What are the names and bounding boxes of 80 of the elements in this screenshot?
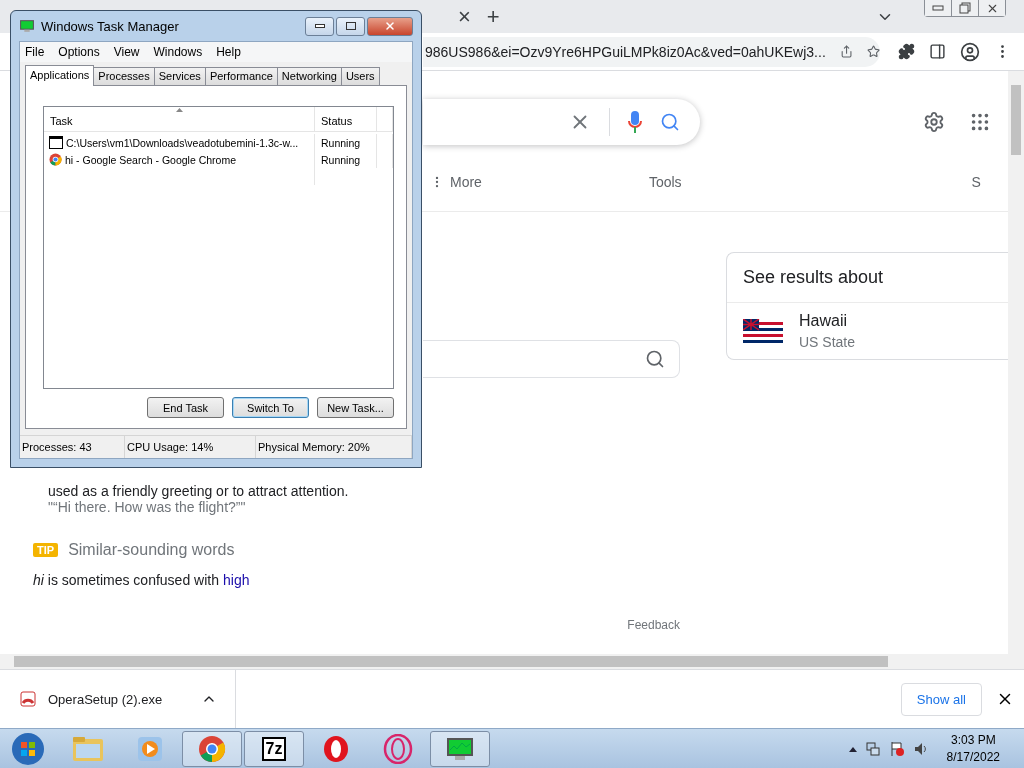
search-field[interactable]	[423, 340, 680, 378]
tray-expand-icon[interactable]	[848, 745, 857, 752]
start-button[interactable]	[10, 730, 46, 767]
maximize-button[interactable]	[336, 16, 365, 36]
minimize-icon[interactable]	[932, 5, 944, 11]
apps-icon[interactable]	[969, 111, 991, 133]
action-button[interactable]: New Task...	[317, 397, 394, 418]
side-panel-icon[interactable]	[929, 43, 946, 60]
chrome-icon	[198, 734, 226, 763]
bookmark-star-icon[interactable]	[866, 43, 880, 60]
tab[interactable]: Services	[153, 67, 206, 86]
tip-badge: TIP	[33, 543, 59, 557]
taskbar-button[interactable]: 7z	[244, 730, 304, 767]
opera-icon	[322, 734, 350, 763]
installer-icon	[20, 691, 36, 707]
opera-icon	[383, 733, 413, 764]
nav-link[interactable]: Tools	[648, 174, 682, 190]
folder-icon	[72, 734, 104, 763]
action-button[interactable]: End Task	[147, 397, 224, 418]
profile-icon[interactable]	[960, 41, 980, 62]
clock-date: 8/17/2022	[946, 748, 1000, 765]
action-center-flag-icon[interactable]	[888, 740, 905, 757]
restore-icon[interactable]	[959, 2, 971, 14]
word-link[interactable]: high	[223, 572, 250, 588]
extensions-icon[interactable]	[898, 43, 915, 60]
share-icon[interactable]	[839, 43, 853, 60]
minimize-button[interactable]	[305, 16, 334, 36]
taskbar-button[interactable]	[182, 730, 242, 767]
menu-item[interactable]: Windows	[153, 45, 203, 59]
show-all-button[interactable]: Show all	[900, 682, 982, 716]
close-tab-button[interactable]: ×	[458, 5, 471, 28]
entity-type: US State	[799, 334, 856, 350]
monitor-icon	[19, 19, 35, 33]
status-text: CPU Usage: 14%	[125, 436, 256, 458]
close-icon	[384, 20, 396, 32]
example-text: "“Hi there. How was the flight?”"	[48, 499, 247, 515]
entity-name[interactable]: Hawaii	[799, 312, 856, 330]
settings-icon[interactable]	[923, 111, 945, 133]
tab[interactable]: Applications	[25, 65, 95, 86]
minimize-icon	[314, 24, 325, 28]
tip-title: Similar-sounding words	[68, 541, 235, 559]
status-text: Physical Memory: 20%	[256, 436, 412, 458]
task-row[interactable]: C:\Users\vm1\Downloads\veadotubemini-1.3c-w...	[44, 134, 315, 151]
nav-link[interactable]: More	[430, 174, 482, 190]
media-player-icon	[136, 734, 164, 763]
taskbar-button[interactable]	[430, 730, 490, 767]
menu-item[interactable]: File	[25, 45, 45, 59]
tab[interactable]: Performance	[204, 67, 278, 86]
chrome-icon	[49, 153, 62, 166]
new-tab-button[interactable]: +	[486, 5, 500, 28]
nav-link[interactable]: S	[971, 174, 981, 190]
status-cell: Running	[315, 134, 377, 151]
tab[interactable]: Networking	[276, 67, 342, 86]
monitor-icon	[445, 735, 475, 762]
maximize-icon	[345, 22, 356, 30]
menu-item[interactable]: View	[113, 45, 140, 59]
feedback-link[interactable]: Feedback	[627, 618, 680, 632]
action-button[interactable]: Switch To	[232, 397, 309, 418]
window-title: Windows Task Manager	[41, 18, 179, 34]
task-row[interactable]: hi - Google Search - Google Chrome	[44, 151, 315, 168]
status-text: Processes: 43	[20, 436, 125, 458]
clock-time: 3:03 PM	[949, 732, 997, 749]
address-bar[interactable]: 986US986&ei=Ozv9Yre6HPGuiLMPk8iz0Ac&ved=0ahUKEwj3...	[423, 36, 880, 67]
definition-text: used as a friendly greeting or to attract attention.	[48, 483, 350, 499]
tab[interactable]: Processes	[93, 67, 155, 86]
microphone-icon[interactable]	[628, 111, 642, 133]
flag-icon	[743, 319, 783, 343]
tip-text: hi is sometimes confused with	[33, 572, 219, 588]
window-icon	[49, 136, 63, 149]
search-icon[interactable]	[645, 349, 665, 369]
network-icon[interactable]	[864, 740, 881, 757]
menu-item[interactable]: Options	[58, 45, 100, 59]
search-icon[interactable]	[660, 112, 680, 132]
menu-item[interactable]: Help	[216, 45, 241, 59]
tab[interactable]: Users	[340, 67, 380, 86]
vertical-scrollbar[interactable]	[1008, 71, 1024, 654]
status-cell: Running	[315, 151, 377, 168]
horizontal-scrollbar[interactable]	[0, 654, 1024, 669]
column-header[interactable]: Status	[315, 107, 377, 131]
archiver-icon: 7z	[261, 736, 287, 761]
